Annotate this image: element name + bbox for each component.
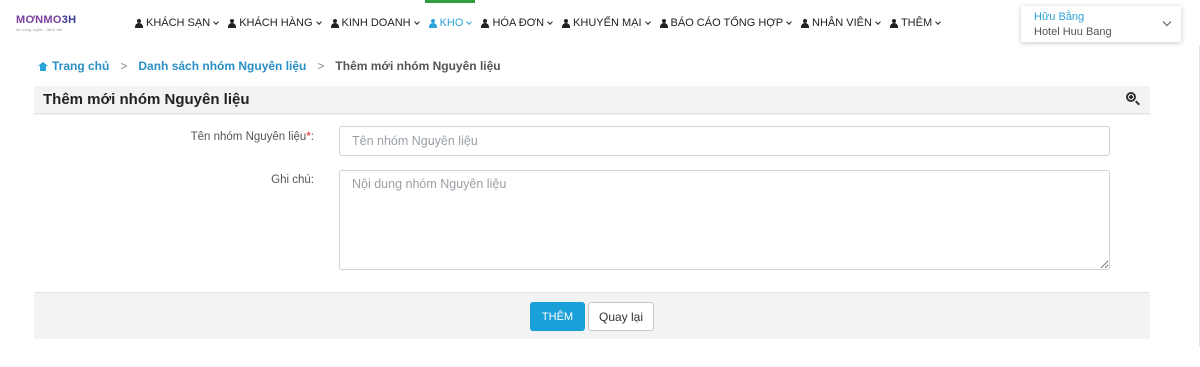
breadcrumb-separator: > <box>317 59 325 73</box>
account-dropdown[interactable]: Hữu Bằng Hotel Huu Bang <box>1021 6 1181 42</box>
group-name-label-text: Tên nhóm Nguyên liệu <box>190 131 307 143</box>
account-user-name: Hữu Bằng <box>1034 11 1085 23</box>
panel-header: Thêm mới nhóm Nguyên liệu <box>34 86 1150 114</box>
nav-item-label: THÊM <box>900 17 933 29</box>
user-icon <box>330 18 339 28</box>
user-icon <box>228 18 237 28</box>
nav-item-label: KHÁCH HÀNG <box>239 17 313 29</box>
nav-item-label: KHO <box>439 17 464 29</box>
chevron-down-icon <box>1162 17 1172 27</box>
user-icon <box>481 18 490 28</box>
chevron-down-icon <box>875 18 881 25</box>
chevron-down-icon <box>413 18 420 25</box>
nav-item-bao-cao-tong-hop[interactable]: BÁO CÁO TỔNG HỢP <box>659 0 792 46</box>
breadcrumb-home-link[interactable]: Trang chủ <box>52 59 109 73</box>
logo-text-b: 3H <box>61 14 77 26</box>
user-icon <box>428 18 437 28</box>
chevron-down-icon <box>315 18 322 25</box>
nav-item-label: KINH DOANH <box>341 17 411 29</box>
chevron-down-icon <box>547 18 553 25</box>
note-label: Ghi chú: <box>271 174 314 186</box>
breadcrumb: Trang chủ > Danh sách nhóm Nguyên liệu >… <box>38 59 501 73</box>
form-footer: THÊM Quay lại <box>34 292 1150 339</box>
note-textarea[interactable] <box>339 170 1110 270</box>
breadcrumb-list-link[interactable]: Danh sách nhóm Nguyên liệu <box>138 59 306 73</box>
group-name-input[interactable] <box>339 126 1110 156</box>
main-menu: KHÁCH SẠN KHÁCH HÀNG KINH DOANH KHO HÓA … <box>135 0 950 46</box>
logo-wordmark: MƠNMO3H <box>16 14 86 26</box>
user-icon <box>562 18 571 28</box>
home-icon <box>38 61 48 71</box>
nav-item-label: BÁO CÁO TỔNG HỢP <box>670 17 784 29</box>
nav-item-khach-san[interactable]: KHÁCH SẠN <box>135 0 220 46</box>
user-icon <box>801 18 810 28</box>
user-icon <box>659 18 668 28</box>
account-hotel-name: Hotel Huu Bang <box>1034 26 1112 38</box>
breadcrumb-current: Thêm mới nhóm Nguyên liệu <box>335 59 501 73</box>
nav-item-label: KHÁCH SẠN <box>146 17 211 29</box>
nav-item-label: KHUYẾN MẠI <box>573 17 642 29</box>
nav-item-label: NHÂN VIÊN <box>812 17 872 29</box>
zoom-in-icon[interactable] <box>1126 92 1140 106</box>
logo-tagline: tài sáng nghề - lãnh thế <box>16 27 63 32</box>
nav-item-kinh-doanh[interactable]: KINH DOANH <box>330 0 420 46</box>
nav-item-nhan-vien[interactable]: NHÂN VIÊN <box>801 0 881 46</box>
back-button[interactable]: Quay lại <box>588 302 654 331</box>
chevron-down-icon <box>213 18 220 25</box>
nav-item-them[interactable]: THÊM <box>889 0 941 46</box>
form-panel: Thêm mới nhóm Nguyên liệu Tên nhóm Nguyê… <box>34 86 1150 339</box>
label-colon: : <box>310 131 314 143</box>
nav-item-hoa-don[interactable]: HÓA ĐƠN <box>481 0 553 46</box>
chevron-down-icon <box>786 18 792 25</box>
page-title: Thêm mới nhóm Nguyên liệu <box>43 91 250 108</box>
user-icon <box>135 18 143 28</box>
brand-logo[interactable]: MƠNMO3H tài sáng nghề - lãnh thế <box>16 14 86 34</box>
user-icon <box>889 18 898 28</box>
chevron-down-icon <box>644 18 651 25</box>
form-body: Tên nhóm Nguyên liệu*: Ghi chú: <box>34 115 1150 292</box>
chevron-down-icon <box>466 18 473 25</box>
nav-item-kho[interactable]: KHO <box>424 0 476 46</box>
nav-item-khuyen-mai[interactable]: KHUYẾN MẠI <box>562 0 651 46</box>
group-name-label: Tên nhóm Nguyên liệu*: <box>114 131 314 143</box>
chevron-down-icon <box>935 18 941 25</box>
logo-text-a: MƠNMO <box>16 14 62 26</box>
top-navbar: MƠNMO3H tài sáng nghề - lãnh thế KHÁCH S… <box>0 0 1200 46</box>
nav-item-khach-hang[interactable]: KHÁCH HÀNG <box>228 0 322 46</box>
add-button[interactable]: THÊM <box>530 302 585 331</box>
breadcrumb-separator: > <box>120 59 128 73</box>
nav-item-label: HÓA ĐƠN <box>492 17 545 29</box>
